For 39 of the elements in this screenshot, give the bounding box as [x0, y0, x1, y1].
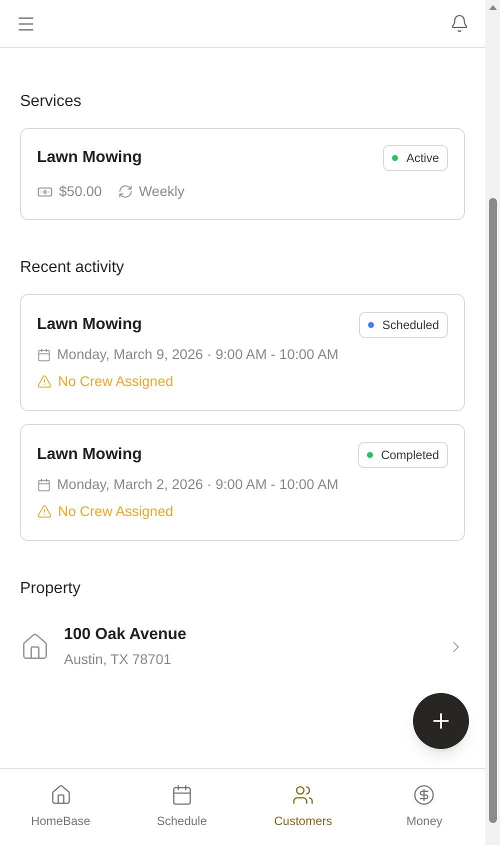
service-card[interactable]: Lawn Mowing Active $50.00 Weekly — [20, 128, 465, 220]
service-price: $50.00 — [59, 182, 102, 201]
scroll-up-arrow-icon[interactable] — [488, 5, 496, 10]
activity-name: Lawn Mowing — [37, 315, 142, 335]
nav-tab[interactable]: Schedule — [121, 769, 242, 845]
activity-name: Lawn Mowing — [37, 445, 142, 465]
activity-card[interactable]: Lawn Mowing Scheduled Monday, March 9, 2026 · 9:00 AM - 10:00 AM No Crew Assigned — [20, 294, 465, 411]
repeat-icon — [118, 184, 133, 199]
house-icon — [20, 632, 50, 662]
status-badge: Scheduled — [359, 312, 448, 338]
scrollbar-thumb[interactable] — [488, 198, 496, 823]
nav-tab[interactable]: HomeBase — [0, 769, 122, 845]
nav-tab[interactable]: Customers — [242, 769, 364, 845]
calendar-icon — [37, 478, 51, 492]
activity-card[interactable]: Lawn Mowing Completed Monday, March 2, 2026 · 9:00 AM - 10:00 AM No Crew Assigned — [20, 424, 465, 541]
calendar-icon — [170, 784, 193, 806]
calendar-icon — [37, 348, 51, 362]
dollar-icon — [413, 784, 436, 806]
property-address: 100 Oak Avenue — [64, 625, 188, 645]
crew-warning: No Crew Assigned — [58, 372, 174, 391]
status-badge: Active — [383, 145, 448, 171]
activity-datetime: Monday, March 2, 2026 · 9:00 AM - 10:00 AM — [57, 475, 338, 494]
house-icon — [50, 784, 72, 806]
section-heading: Services — [20, 92, 82, 112]
scrollbar[interactable] — [485, 0, 500, 845]
notification-bell-icon[interactable] — [450, 14, 469, 33]
nav-tab[interactable]: Money — [364, 769, 485, 845]
section-heading: Property — [20, 579, 82, 599]
service-frequency: Weekly — [138, 182, 184, 201]
warning-icon — [37, 374, 52, 389]
people-icon — [292, 784, 314, 806]
warning-icon — [37, 504, 52, 519]
property-city: Austin, TX 78701 — [64, 650, 172, 669]
status-badge: Completed — [358, 442, 448, 468]
activity-datetime: Monday, March 9, 2026 · 9:00 AM - 10:00 AM — [57, 345, 338, 364]
property-row[interactable]: 100 Oak Avenue Austin, TX 78701 — [20, 621, 465, 672]
service-name: Lawn Mowing — [37, 148, 142, 168]
crew-warning: No Crew Assigned — [58, 502, 174, 521]
section-heading: Recent activity — [20, 258, 126, 278]
